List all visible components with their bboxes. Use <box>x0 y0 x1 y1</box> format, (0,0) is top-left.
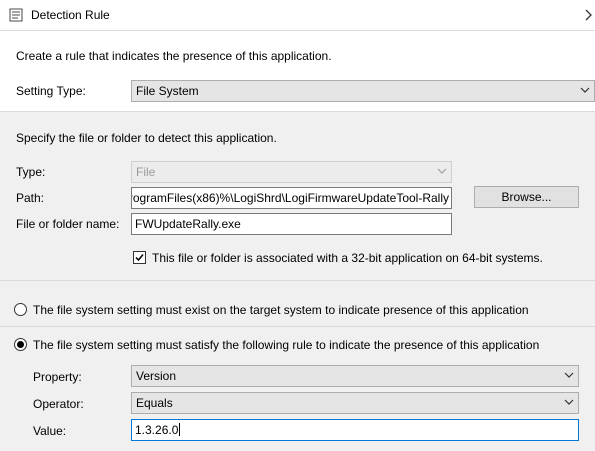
type-value: File <box>136 165 156 179</box>
chevron-right-icon[interactable] <box>582 5 595 25</box>
chevron-down-icon <box>437 168 447 174</box>
section-divider <box>0 111 595 112</box>
exist-radio[interactable] <box>14 303 27 316</box>
value-input[interactable]: 1.3.26.0 <box>131 419 579 441</box>
satisfy-radio[interactable] <box>14 338 27 351</box>
rule-window-icon <box>9 8 23 22</box>
value-text-wrap: 1.3.26.0 <box>135 423 181 437</box>
property-value: Version <box>136 369 177 383</box>
exist-radio-label: The file system setting must exist on th… <box>33 303 529 317</box>
operator-select[interactable]: Equals <box>131 392 579 414</box>
setting-type-select[interactable]: File System <box>131 80 595 102</box>
title-bar: Detection Rule <box>0 0 595 31</box>
chevron-down-icon <box>580 87 590 93</box>
operator-value: Equals <box>136 396 173 410</box>
section-divider <box>0 280 595 281</box>
chevron-down-icon <box>564 399 574 405</box>
property-select[interactable]: Version <box>131 365 579 387</box>
file-name-value: FWUpdateRally.exe <box>135 217 241 231</box>
32bit-checkbox-label: This file or folder is associated with a… <box>152 251 543 265</box>
satisfy-radio-label: The file system setting must satisfy the… <box>33 338 540 352</box>
property-label: Property: <box>33 370 82 384</box>
setting-type-label: Setting Type: <box>16 84 86 98</box>
operator-label: Operator: <box>33 397 84 411</box>
path-value: mmonProgramFiles(x86)%\LogiShrd\LogiFirm… <box>132 191 449 205</box>
file-name-label: File or folder name: <box>16 217 120 231</box>
text-caret <box>179 423 181 436</box>
chevron-down-icon <box>564 372 574 378</box>
path-label: Path: <box>16 191 45 205</box>
file-section-heading: Specify the file or folder to detect thi… <box>16 131 277 145</box>
type-select[interactable]: File <box>131 161 452 183</box>
path-input[interactable]: mmonProgramFiles(x86)%\LogiShrd\LogiFirm… <box>131 187 452 209</box>
setting-type-value: File System <box>136 84 199 98</box>
32bit-checkbox[interactable] <box>133 251 146 264</box>
value-text: 1.3.26.0 <box>135 423 179 437</box>
file-name-input[interactable]: FWUpdateRally.exe <box>131 213 452 235</box>
value-label: Value: <box>33 424 67 438</box>
window-title: Detection Rule <box>31 8 110 22</box>
radio-selected-dot <box>17 341 24 348</box>
checkmark-icon <box>135 254 144 262</box>
intro-text: Create a rule that indicates the presenc… <box>16 49 332 63</box>
type-label: Type: <box>16 165 46 179</box>
browse-button[interactable]: Browse... <box>474 186 579 208</box>
section-divider <box>0 326 595 327</box>
